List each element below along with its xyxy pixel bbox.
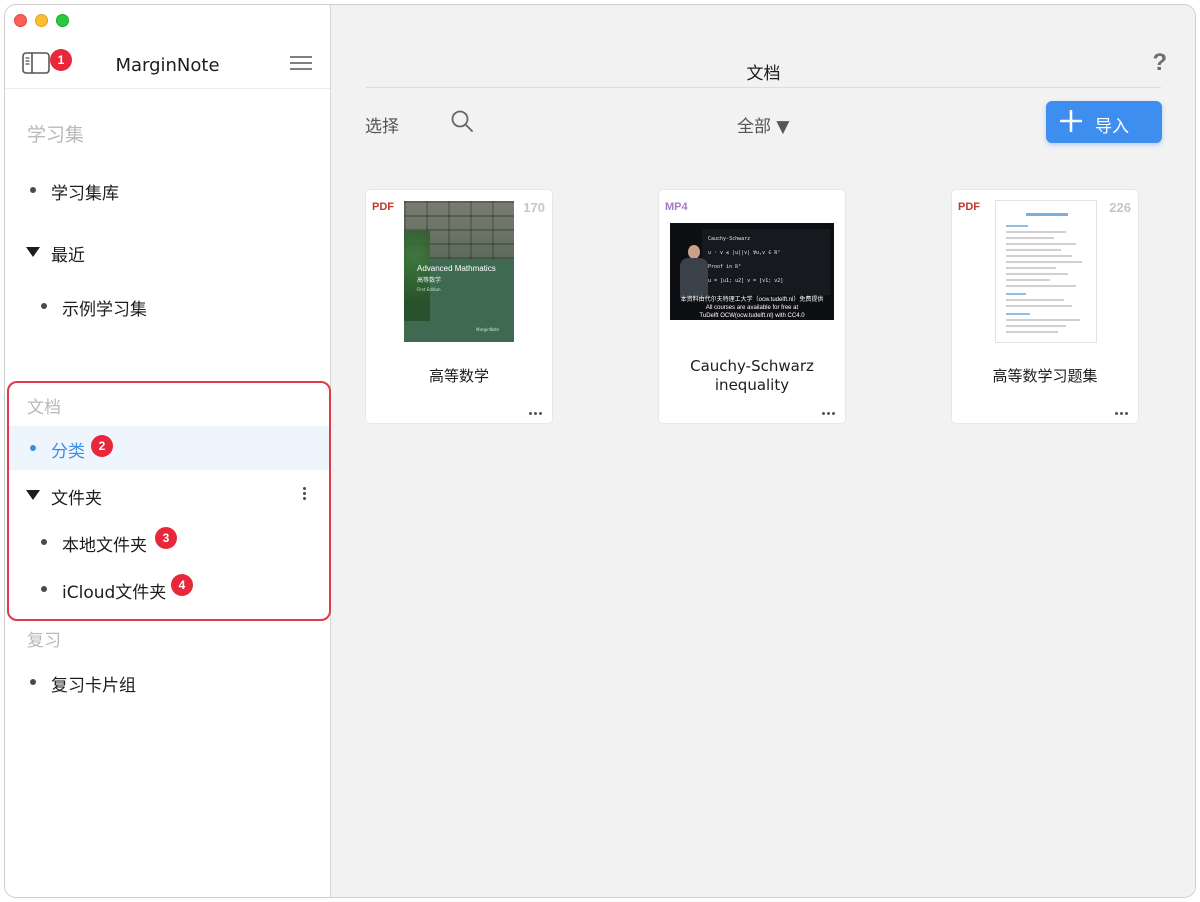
sidebar-item-label: iCloud文件夹 — [62, 583, 167, 603]
video-board-line: u · v ≤ |u||v| ∀u,v ∈ ℝⁿ — [708, 250, 781, 256]
hamburger-menu-icon[interactable] — [290, 55, 312, 71]
ellipsis-icon[interactable] — [1115, 412, 1128, 415]
document-name: 高等数学习题集 — [992, 367, 1098, 385]
document-card[interactable]: MP4 Cauchy-Schwarz u · v ≤ |u||v| ∀u,v ∈… — [659, 190, 845, 423]
bullet-icon — [30, 187, 36, 193]
local-folder-badge: 3 — [155, 527, 177, 549]
sidebar-item-category[interactable]: 分类 2 — [7, 426, 329, 470]
disclosure-triangle-icon[interactable] — [26, 247, 40, 257]
sidebar-item-label: 本地文件夹 — [62, 536, 147, 556]
sidebar-item-study-set-library[interactable]: 学习集库 — [5, 168, 327, 212]
header-divider — [366, 87, 1161, 88]
sidebar-item-label: 复习卡片组 — [51, 676, 136, 696]
sidebar-item-label: 示例学习集 — [62, 300, 147, 320]
sidebar-item-review-deck[interactable]: 复习卡片组 — [5, 660, 327, 704]
sidebar-item-icloud-folder[interactable]: iCloud文件夹 4 — [5, 567, 327, 611]
main-panel: 文档 ? 选择 全部 ▼ 导入 PDF 170 Advanced Mathmat… — [332, 5, 1195, 897]
sidebar-item-label: 最近 — [51, 246, 85, 266]
bullet-icon — [41, 539, 47, 545]
help-button[interactable]: ? — [1152, 49, 1167, 77]
cover-publisher: MarginNote — [476, 327, 500, 332]
window-controls — [14, 14, 69, 27]
cover-subtitle: 高等数学 — [417, 277, 442, 284]
page-count: 226 — [1109, 200, 1131, 215]
ellipsis-icon[interactable] — [822, 412, 835, 415]
document-name: Cauchy-Schwarz inequality — [690, 357, 814, 394]
file-type-badge: PDF — [372, 201, 394, 213]
video-board-line: u = [u1; u2] v = [v1; v2] — [708, 278, 784, 284]
section-title-study-sets: 学习集 — [27, 124, 85, 146]
minimize-window-button[interactable] — [35, 14, 48, 27]
document-card[interactable]: PDF 170 Advanced Mathmatics 高等数学 First E… — [366, 190, 552, 423]
video-caption: TuDelft OCW(ocw.tudelft.nl) with CC4.0 — [699, 313, 805, 319]
page-count: 170 — [523, 200, 545, 215]
section-title-documents: 文档 — [27, 398, 61, 418]
cover-edition: First Edition — [417, 287, 441, 292]
page-title: 文档 — [746, 64, 781, 84]
sidebar-item-label: 学习集库 — [51, 184, 119, 204]
close-window-button[interactable] — [14, 14, 27, 27]
sidebar-item-label: 文件夹 — [51, 489, 102, 509]
video-board-line: Proof in ℝ² — [708, 264, 742, 270]
sidebar: 1 MarginNote 学习集 学习集库 最近 示例学习集 文档 分类 2 文… — [5, 5, 331, 897]
video-caption: 本资料由代尔夫特理工大学（ocw.tudelft.nl）免费提供 — [680, 297, 824, 303]
bullet-icon — [41, 303, 47, 309]
disclosure-triangle-icon[interactable] — [26, 490, 40, 500]
sidebar-item-local-folder[interactable]: 本地文件夹 3 — [5, 520, 327, 564]
file-type-badge: MP4 — [665, 201, 688, 213]
icloud-folder-badge: 4 — [171, 574, 193, 596]
bullet-icon — [30, 679, 36, 685]
import-button[interactable]: 导入 — [1046, 101, 1162, 143]
video-caption: All courses are available for free at — [705, 305, 799, 311]
sidebar-item-recent[interactable]: 最近 — [5, 230, 327, 274]
sidebar-header: 1 MarginNote — [5, 45, 330, 89]
select-button[interactable]: 选择 — [365, 112, 399, 137]
maximize-window-button[interactable] — [56, 14, 69, 27]
sidebar-item-sample-study-set[interactable]: 示例学习集 — [5, 284, 327, 328]
bullet-icon — [41, 586, 47, 592]
app-window: 1 MarginNote 学习集 学习集库 最近 示例学习集 文档 分类 2 文… — [4, 4, 1196, 898]
document-card[interactable]: PDF 226 高等数学习题集 — [952, 190, 1138, 423]
sidebar-item-folders[interactable]: 文件夹 — [5, 473, 327, 517]
video-board-line: Cauchy-Schwarz — [708, 236, 751, 242]
cover-title: Advanced Mathmatics — [417, 264, 496, 273]
book-cover-thumbnail: Advanced Mathmatics 高等数学 First Edition M… — [404, 201, 514, 342]
document-name: 高等数学 — [428, 367, 489, 385]
section-title-review: 复习 — [27, 631, 61, 651]
video-thumbnail: Cauchy-Schwarz u · v ≤ |u||v| ∀u,v ∈ ℝⁿ … — [670, 223, 834, 320]
import-label: 导入 — [1095, 117, 1129, 137]
sidebar-item-label: 分类 — [51, 442, 85, 462]
filter-dropdown[interactable]: 全部 ▼ — [737, 112, 789, 137]
ellipsis-icon[interactable] — [529, 412, 542, 415]
bullet-icon — [30, 445, 36, 451]
file-type-badge: PDF — [958, 201, 980, 213]
vertical-ellipsis-icon[interactable] — [303, 487, 307, 503]
app-title: MarginNote — [115, 55, 220, 76]
document-page-thumbnail — [996, 201, 1096, 342]
category-badge: 2 — [91, 435, 113, 457]
search-icon[interactable] — [450, 109, 474, 133]
plus-icon — [1060, 110, 1082, 132]
